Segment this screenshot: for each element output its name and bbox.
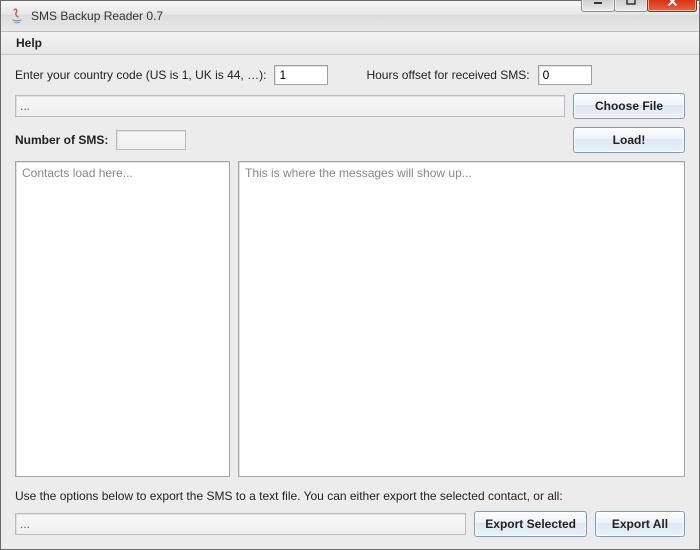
export-file-path-text: ... <box>20 517 30 531</box>
window-title: SMS Backup Reader 0.7 <box>31 9 582 23</box>
load-row: Number of SMS: Load! <box>15 127 685 153</box>
sms-count-value <box>116 130 186 150</box>
export-row: ... Export Selected Export All <box>15 511 685 537</box>
app-window: SMS Backup Reader 0.7 Help Enter your co… <box>0 0 700 550</box>
sms-count-label: Number of SMS: <box>15 133 108 147</box>
messages-view[interactable]: This is where the messages will show up.… <box>238 161 685 477</box>
export-file-path: ... <box>15 513 466 535</box>
file-chooser-row: ... Choose File <box>15 93 685 119</box>
input-file-path-text: ... <box>20 99 30 113</box>
minimize-button[interactable] <box>581 0 615 12</box>
input-file-path: ... <box>15 95 565 117</box>
hours-offset-label: Hours offset for received SMS: <box>366 68 529 82</box>
contacts-list[interactable]: Contacts load here... <box>15 161 230 477</box>
country-code-input[interactable] <box>274 65 328 85</box>
export-instructions: Use the options below to export the SMS … <box>15 485 685 503</box>
export-selected-button[interactable]: Export Selected <box>474 511 587 537</box>
menu-help[interactable]: Help <box>7 33 51 53</box>
country-code-label: Enter your country code (US is 1, UK is … <box>15 68 266 82</box>
load-button[interactable]: Load! <box>573 127 685 153</box>
main-panels: Contacts load here... This is where the … <box>15 161 685 477</box>
titlebar[interactable]: SMS Backup Reader 0.7 <box>1 1 699 32</box>
settings-row: Enter your country code (US is 1, UK is … <box>15 65 685 85</box>
menu-bar: Help <box>1 32 699 55</box>
hours-offset-input[interactable] <box>538 65 592 85</box>
java-app-icon <box>9 8 25 24</box>
export-all-button[interactable]: Export All <box>595 511 685 537</box>
contacts-placeholder: Contacts load here... <box>22 166 133 180</box>
maximize-button[interactable] <box>614 0 648 12</box>
content-area: Enter your country code (US is 1, UK is … <box>1 55 699 549</box>
choose-file-button[interactable]: Choose File <box>573 93 685 119</box>
close-button[interactable] <box>647 0 697 12</box>
messages-placeholder: This is where the messages will show up.… <box>245 166 472 180</box>
window-controls <box>582 0 697 11</box>
